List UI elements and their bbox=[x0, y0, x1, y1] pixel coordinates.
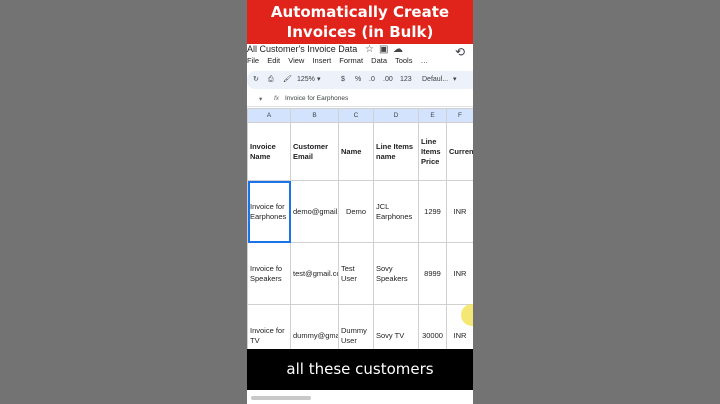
table-cell[interactable]: INR bbox=[446, 180, 473, 243]
menu-more[interactable]: … bbox=[421, 56, 429, 65]
phone-screen: Automatically Create Invoices (in Bulk) … bbox=[247, 0, 473, 404]
table-cell[interactable]: Sovy Speakers bbox=[373, 242, 419, 305]
font-chevron-icon[interactable]: ▾ bbox=[453, 75, 457, 85]
table-cell[interactable]: 8999 bbox=[418, 242, 447, 305]
menu-tools[interactable]: Tools bbox=[395, 56, 413, 65]
cell-ref-chevron-icon[interactable]: ▾ bbox=[259, 95, 262, 103]
table-cell[interactable]: Demo bbox=[338, 180, 374, 243]
title-banner: Automatically Create Invoices (in Bulk) bbox=[247, 0, 473, 44]
table-cell[interactable]: Test User bbox=[338, 242, 374, 305]
folder-icon[interactable]: ▣ bbox=[379, 44, 388, 55]
star-icon[interactable]: ☆ bbox=[365, 44, 374, 55]
menu-bar: File Edit View Insert Format Data Tools … bbox=[247, 56, 473, 68]
table-cell[interactable]: demo@gmail.com bbox=[290, 180, 339, 243]
redo-icon[interactable]: ↻ bbox=[253, 75, 259, 85]
font-select[interactable]: Defaul... bbox=[422, 75, 448, 85]
header-cell[interactable]: Line Items name bbox=[373, 122, 419, 181]
header-cell[interactable]: Line Items Price bbox=[418, 122, 447, 181]
horizontal-scrollbar[interactable] bbox=[251, 396, 311, 400]
menu-format[interactable]: Format bbox=[339, 56, 363, 65]
chevron-down-icon[interactable]: ▾ bbox=[317, 75, 321, 85]
column-header-e[interactable]: E bbox=[418, 108, 447, 123]
header-cell[interactable]: Customer Email bbox=[290, 122, 339, 181]
table-cell-selected[interactable]: Invoice for Earphones bbox=[247, 180, 291, 243]
menu-file[interactable]: File bbox=[247, 56, 259, 65]
decrease-decimal-button[interactable]: .0 bbox=[369, 75, 375, 85]
toolbar: ↻ ⎙ 🖌 125% ▾ $ % .0 .00 123 Defaul... ▾ bbox=[247, 71, 473, 89]
column-header-c[interactable]: C bbox=[338, 108, 374, 123]
header-cell[interactable]: Invoice Name bbox=[247, 122, 291, 181]
menu-insert[interactable]: Insert bbox=[312, 56, 331, 65]
increase-decimal-button[interactable]: .00 bbox=[383, 75, 393, 85]
column-header-d[interactable]: D bbox=[373, 108, 419, 123]
percent-button[interactable]: % bbox=[355, 75, 361, 85]
formula-bar: ▾ fx Invoice for Earphones bbox=[247, 93, 473, 107]
fx-icon: fx bbox=[274, 95, 280, 102]
print-icon[interactable]: ⎙ bbox=[268, 75, 274, 85]
banner-line-1: Automatically Create bbox=[270, 3, 450, 21]
currency-button[interactable]: $ bbox=[341, 75, 345, 85]
video-frame: Automatically Create Invoices (in Bulk) … bbox=[0, 0, 720, 404]
column-header-f[interactable]: F bbox=[446, 108, 473, 123]
table-row: Invoice fo Speakers test@gmail.com Test … bbox=[247, 242, 473, 305]
menu-edit[interactable]: Edit bbox=[267, 56, 280, 65]
table-row: Invoice for Earphones demo@gmail.com Dem… bbox=[247, 180, 473, 243]
table-cell[interactable]: Invoice fo Speakers bbox=[247, 242, 291, 305]
cloud-icon[interactable]: ☁ bbox=[393, 44, 403, 55]
table-cell[interactable]: test@gmail.com bbox=[290, 242, 339, 305]
table-cell[interactable]: 1299 bbox=[418, 180, 447, 243]
paint-format-icon[interactable]: 🖌 bbox=[283, 75, 292, 85]
table-cell[interactable]: JCL Earphones bbox=[373, 180, 419, 243]
menu-view[interactable]: View bbox=[288, 56, 304, 65]
header-cell[interactable]: Curren bbox=[446, 122, 473, 181]
number-format-button[interactable]: 123 bbox=[400, 75, 412, 85]
column-header-b[interactable]: B bbox=[290, 108, 339, 123]
banner-line-2: Invoices (in Bulk) bbox=[286, 23, 434, 41]
zoom-select[interactable]: 125% bbox=[297, 75, 315, 85]
column-header-a[interactable]: A bbox=[247, 108, 291, 123]
formula-input[interactable]: Invoice for Earphones bbox=[285, 95, 348, 102]
table-cell[interactable]: INR bbox=[446, 242, 473, 305]
spreadsheet-grid: A B C D E F Invoice Name Customer Email … bbox=[247, 108, 473, 367]
menu-data[interactable]: Data bbox=[371, 56, 387, 65]
video-caption: all these customers bbox=[247, 349, 473, 390]
header-cell[interactable]: Name bbox=[338, 122, 374, 181]
